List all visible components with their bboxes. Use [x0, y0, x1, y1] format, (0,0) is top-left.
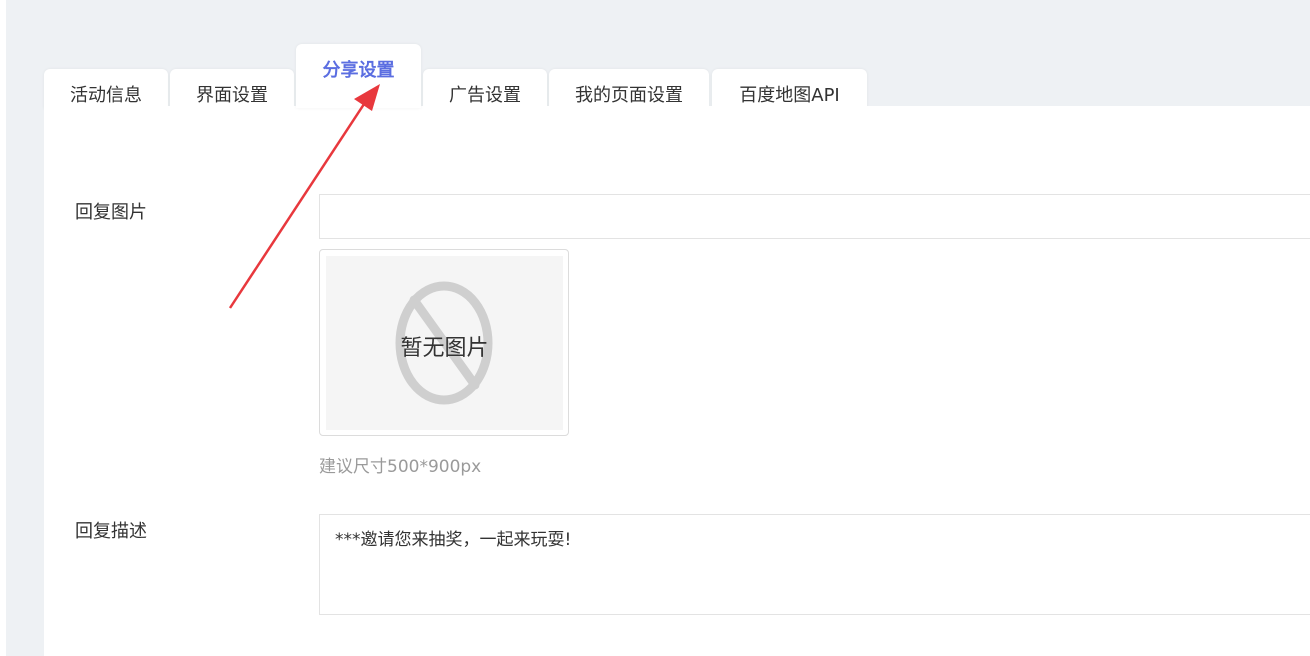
image-placeholder: 暂无图片: [326, 256, 563, 430]
reply-image-input[interactable]: [319, 194, 1310, 239]
tab-interface-settings[interactable]: 界面设置: [170, 69, 294, 109]
size-hint: 建议尺寸500*900px: [319, 457, 482, 477]
reply-image-label: 回复图片: [75, 202, 147, 223]
tab-my-page-settings[interactable]: 我的页面设置: [549, 69, 709, 109]
tab-share-settings[interactable]: 分享设置: [296, 44, 421, 108]
no-image-text: 暂无图片: [400, 336, 489, 361]
reply-desc-textarea[interactable]: ***邀请您来抽奖，一起来玩耍!: [319, 514, 1310, 615]
tab-ad-settings[interactable]: 广告设置: [423, 69, 547, 109]
image-preview[interactable]: 暂无图片: [319, 249, 569, 436]
tab-baidu-map-api[interactable]: 百度地图API: [712, 69, 867, 109]
tab-label: 分享设置: [322, 60, 395, 81]
tab-activity-info[interactable]: 活动信息: [44, 69, 168, 109]
reply-desc-label: 回复描述: [75, 521, 147, 542]
